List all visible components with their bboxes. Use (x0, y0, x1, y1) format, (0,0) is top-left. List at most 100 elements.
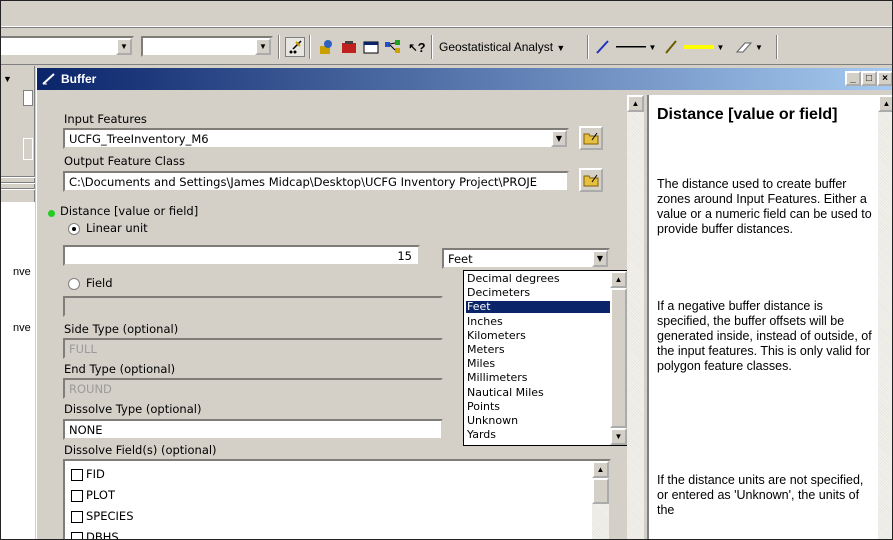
toc-list[interactable]: nve nve (1, 202, 35, 539)
dissolve-fields-list[interactable]: FID PLOT SPECIES DBHS ▲ (63, 459, 611, 540)
chevron-down-icon: ▼ (755, 42, 763, 52)
divider (1, 188, 35, 190)
linear-unit-label: Linear unit (86, 221, 148, 235)
toolbar-separator (278, 35, 280, 59)
toolbar-separator (431, 35, 433, 59)
minimize-button[interactable]: _ (845, 71, 861, 86)
scroll-up-icon[interactable]: ▲ (592, 461, 609, 478)
distance-value-field[interactable]: 15 (63, 245, 420, 266)
close-button[interactable]: × (877, 71, 892, 86)
distance-unit-value: Feet (448, 252, 473, 266)
help-pane: Distance [value or field] The distance u… (647, 95, 892, 539)
browse-output-button[interactable] (579, 168, 603, 192)
dissolve-type-select[interactable]: NONE (63, 419, 443, 440)
output-feature-class-value: C:\Documents and Settings\James Midcap\D… (69, 175, 538, 189)
maximize-button[interactable]: □ (861, 71, 877, 86)
arc-toolbox-icon[interactable] (339, 37, 359, 57)
scroll-up-icon[interactable]: ▲ (878, 95, 892, 112)
form-scrollbar[interactable]: ▲ (627, 95, 644, 539)
geostatistical-analyst-label: Geostatistical Analyst (439, 40, 554, 54)
output-feature-class-field[interactable]: C:\Documents and Settings\James Midcap\D… (63, 171, 569, 192)
chevron-down-icon[interactable]: ▼ (551, 130, 567, 147)
distance-unit-select[interactable]: Feet ▼ (442, 248, 610, 269)
dissolve-fields-scrollbar[interactable]: ▲ (592, 461, 609, 539)
table-of-contents-panel: ▼ nve nve (1, 66, 35, 539)
unit-option[interactable]: Inches (466, 315, 610, 328)
side-type-value: FULL (69, 342, 97, 356)
geostatistical-analyst-menu[interactable]: Geostatistical Analyst ▼ (439, 40, 565, 54)
maximize-icon: □ (865, 72, 873, 84)
unit-option[interactable]: Unknown (466, 415, 610, 427)
scale-combo[interactable]: ▼ (141, 36, 273, 57)
application-window: ▼ ▼ ↖? Geostatistical Analyst ▼ ▼ ▼ ▼ ▼ … (0, 0, 893, 540)
checkbox[interactable] (71, 511, 83, 523)
side-type-select[interactable]: FULL (63, 338, 443, 359)
unit-option[interactable]: Decimal degrees (466, 273, 610, 285)
chevron-down-icon: ▼ (648, 42, 657, 52)
required-field-dot (48, 210, 55, 217)
model-builder-icon[interactable] (383, 37, 403, 57)
unit-dropdown-list[interactable]: Decimal degrees Decimeters Feet Inches Kilom… (463, 270, 627, 446)
dissolve-field-item: SPECIES (86, 509, 134, 523)
input-features-value: UCFG_TreeInventory_M6 (69, 132, 209, 146)
unit-option[interactable]: Yards (466, 429, 610, 441)
unit-option[interactable]: Points (466, 400, 610, 413)
arc-catalog-icon[interactable] (317, 37, 337, 57)
buffer-dialog: Buffer _ □ × Input Features UCFG_TreeInv… (36, 68, 892, 540)
chevron-down-icon[interactable]: ▼ (3, 74, 12, 84)
toc-control[interactable] (23, 90, 33, 106)
line-color-icon[interactable] (593, 37, 613, 57)
unit-option[interactable]: Feet (466, 301, 610, 314)
chevron-down-icon[interactable]: ▼ (592, 250, 608, 267)
end-type-select[interactable]: ROUND (63, 378, 443, 399)
distance-field-select[interactable] (63, 296, 443, 317)
toc-control[interactable] (23, 138, 33, 160)
edit-sketch-icon[interactable] (285, 37, 305, 57)
dissolve-type-value: NONE (69, 423, 103, 437)
unit-option[interactable]: Miles (466, 358, 610, 370)
scroll-down-icon[interactable]: ▼ (610, 428, 627, 445)
eraser-icon[interactable]: ▼ (729, 37, 769, 57)
unit-option[interactable]: Meters (466, 344, 610, 356)
browse-input-button[interactable] (579, 126, 603, 150)
checkbox[interactable] (71, 532, 83, 539)
fill-color-dropdown[interactable]: ▼ (681, 37, 727, 57)
end-type-value: ROUND (69, 382, 112, 396)
unit-option[interactable]: Millimeters (466, 372, 610, 384)
line-color-dropdown[interactable]: ▼ (613, 37, 659, 57)
toc-layer-label: nve (13, 322, 31, 334)
unit-option[interactable]: Kilometers (466, 329, 610, 342)
command-line-icon[interactable] (361, 37, 381, 57)
dialog-title: Buffer (61, 72, 97, 86)
side-type-label: Side Type (optional) (64, 322, 179, 336)
scroll-up-icon[interactable]: ▲ (627, 95, 644, 112)
minimize-icon: _ (850, 72, 856, 84)
field-radio-label: Field (86, 276, 113, 290)
toolbar-separator (776, 35, 778, 59)
dissolve-fields-label: Dissolve Field(s) (optional) (64, 443, 217, 457)
unit-option[interactable]: Nautical Miles (466, 386, 610, 399)
linear-unit-radio[interactable] (68, 223, 80, 235)
dialog-titlebar[interactable]: Buffer _ □ × (37, 68, 892, 90)
top-strip (1, 1, 892, 27)
whats-this-icon[interactable]: ↖? (407, 37, 427, 57)
help-scrollbar[interactable]: ▲ (878, 95, 892, 539)
scroll-up-icon[interactable]: ▲ (610, 271, 627, 288)
checkbox[interactable] (71, 490, 83, 502)
layer-combo[interactable]: ▼ (1, 36, 134, 57)
input-features-field[interactable]: UCFG_TreeInventory_M6 ▼ (63, 128, 569, 149)
unit-option[interactable]: Decimeters (466, 287, 610, 299)
dissolve-field-item: DBHS (86, 530, 119, 540)
highlighter-icon[interactable] (661, 37, 681, 57)
chevron-down-icon[interactable]: ▼ (116, 38, 132, 55)
divider (1, 176, 35, 178)
help-paragraph: If the distance units are not specified,… (657, 473, 864, 517)
folder-icon (583, 132, 599, 145)
checkbox[interactable] (71, 469, 83, 481)
scroll-thumb[interactable] (610, 288, 627, 428)
unit-list-scrollbar[interactable]: ▲ ▼ (610, 271, 627, 445)
chevron-down-icon[interactable]: ▼ (255, 38, 271, 55)
scroll-thumb[interactable] (592, 478, 609, 504)
dissolve-field-item: PLOT (86, 488, 116, 502)
field-radio[interactable] (68, 278, 80, 290)
